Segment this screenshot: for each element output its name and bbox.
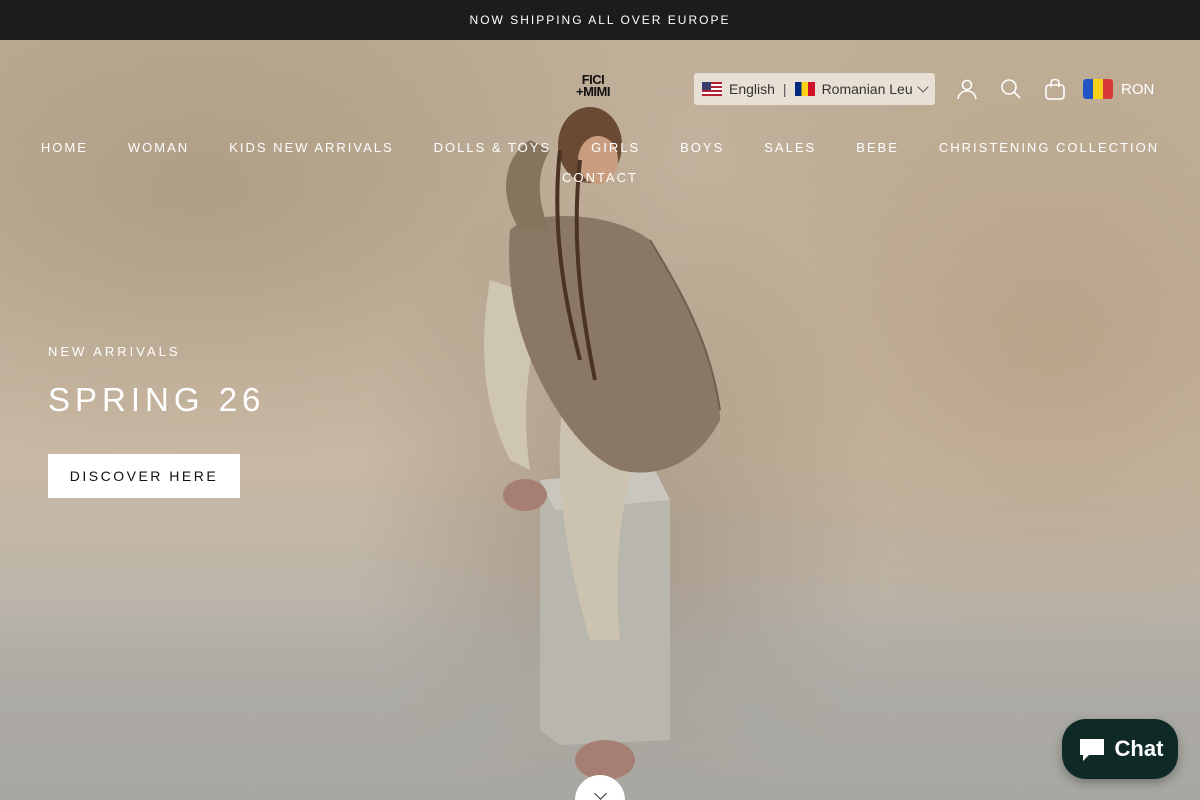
- search-button[interactable]: [1000, 78, 1022, 100]
- chevron-down-icon: [917, 81, 929, 93]
- nav-item-boys[interactable]: BOYS: [680, 138, 724, 168]
- main-navigation: HOME WOMAN KIDS NEW ARRIVALS DOLLS & TOY…: [0, 138, 1200, 198]
- nav-item-contact[interactable]: CONTACT: [562, 168, 638, 198]
- nav-item-kids-new-arrivals[interactable]: KIDS NEW ARRIVALS: [229, 138, 394, 168]
- chat-button[interactable]: Chat: [1062, 719, 1178, 779]
- cart-button[interactable]: [1044, 78, 1066, 100]
- chat-label: Chat: [1114, 736, 1164, 761]
- currency-name-label: Romanian Leu: [821, 81, 913, 97]
- search-icon: [1001, 79, 1021, 99]
- language-label: English: [729, 81, 775, 97]
- locale-currency-selector[interactable]: English | Romanian Leu: [694, 73, 935, 105]
- currency-switcher[interactable]: RON: [1083, 78, 1154, 100]
- user-icon: [957, 79, 977, 100]
- nav-item-bebe[interactable]: BEBE: [856, 138, 899, 168]
- romania-flag-icon: [1083, 79, 1113, 99]
- hero-text-block: NEW ARRIVALS SPRING 26: [48, 344, 265, 419]
- account-button[interactable]: [956, 78, 978, 100]
- nav-item-girls[interactable]: GIRLS: [591, 138, 640, 168]
- nav-item-sales[interactable]: SALES: [764, 138, 816, 168]
- hero-title: SPRING 26: [48, 381, 266, 418]
- hero-eyebrow: NEW ARRIVALS: [48, 344, 181, 359]
- nav-item-dolls-toys[interactable]: DOLLS & TOYS: [434, 138, 551, 168]
- nav-item-home[interactable]: HOME: [41, 138, 88, 168]
- nav-item-christening-collection[interactable]: CHRISTENING COLLECTION: [939, 138, 1159, 168]
- shopping-bag-icon: [1045, 78, 1065, 100]
- brand-logo[interactable]: FICI +MIMI: [565, 73, 621, 102]
- site-header: FICI +MIMI English | Romanian Leu RON: [0, 40, 1200, 136]
- locale-separator: |: [782, 81, 787, 97]
- announcement-text: NOW SHIPPING ALL OVER EUROPE: [469, 13, 731, 27]
- romania-flag-icon: [794, 82, 815, 96]
- announcement-bar: NOW SHIPPING ALL OVER EUROPE: [0, 0, 1200, 40]
- us-flag-icon: [702, 82, 722, 96]
- currency-code: RON: [1121, 80, 1155, 98]
- nav-item-woman[interactable]: WOMAN: [128, 138, 189, 168]
- discover-button[interactable]: DISCOVER HERE: [48, 454, 240, 498]
- chat-bubble-icon: [1079, 739, 1104, 761]
- chevron-down-icon: [593, 787, 607, 800]
